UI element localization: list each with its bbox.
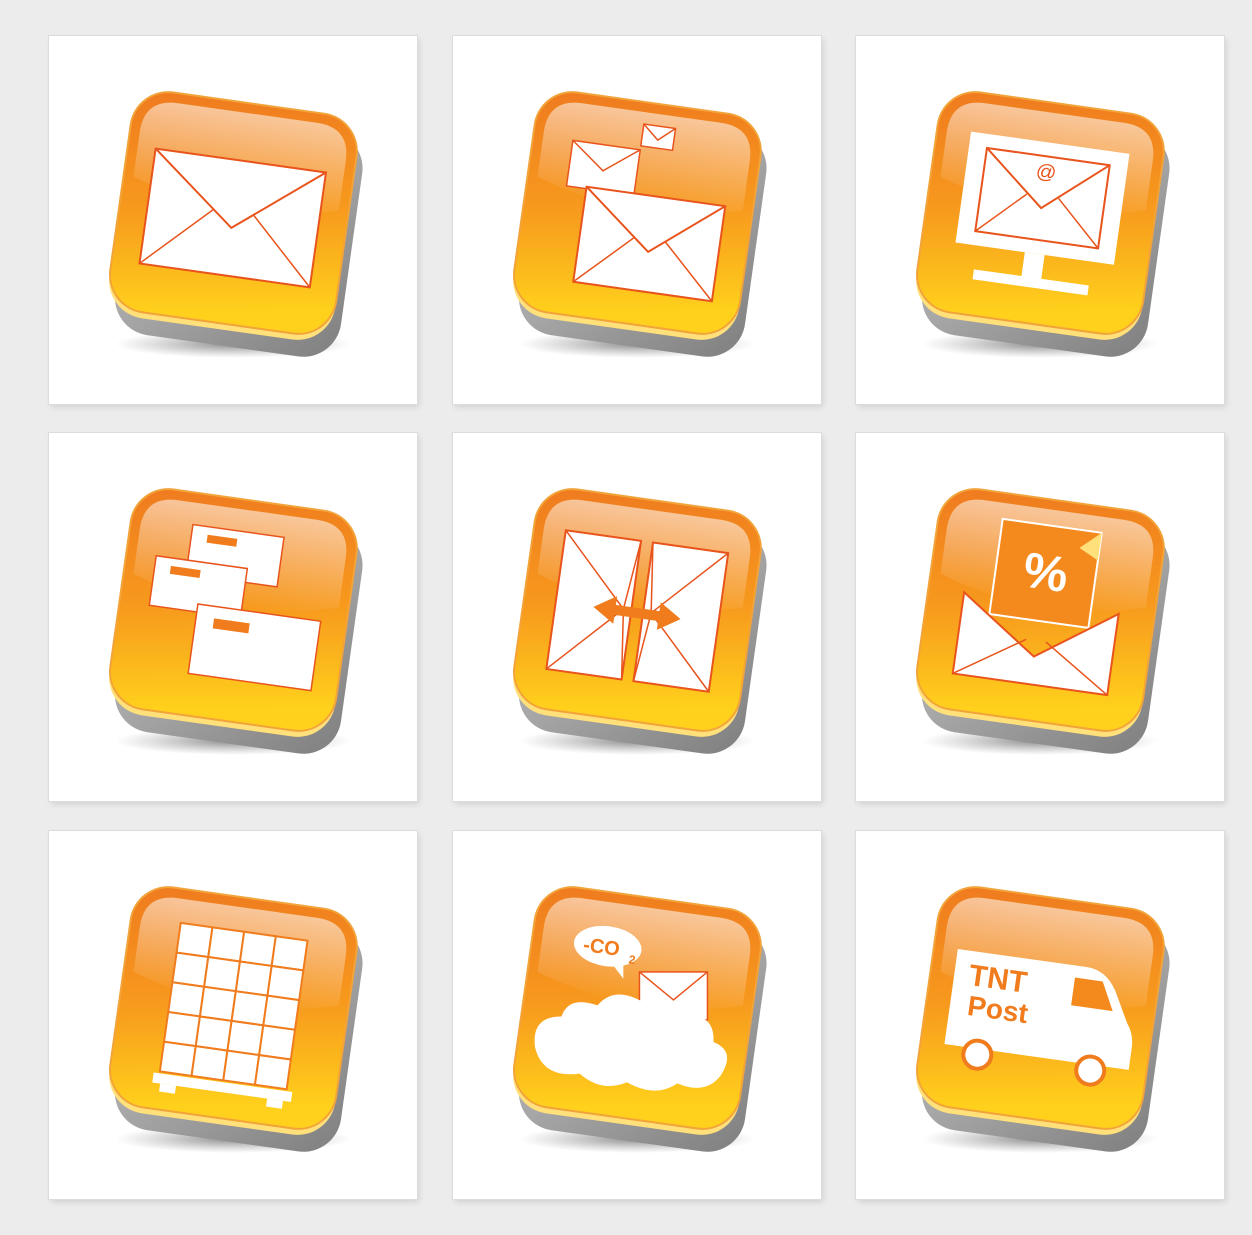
percent-label: % — [1020, 542, 1072, 604]
tile-co2-cloud[interactable]: -CO 2 — [453, 831, 821, 1199]
tile-envelope[interactable] — [49, 36, 417, 404]
at-sign-label: @ — [1035, 160, 1058, 185]
tile-pallet-boxes[interactable] — [49, 831, 417, 1199]
exchange-envelopes-icon — [545, 529, 730, 693]
tile-exchange-envelopes[interactable] — [453, 433, 821, 801]
tile-stacked-letters[interactable] — [49, 433, 417, 801]
tile-tnt-post-van[interactable]: TNT Post — [856, 831, 1224, 1199]
tile-email-monitor[interactable]: @ — [856, 36, 1224, 404]
envelope-icon — [138, 147, 328, 289]
tile-discount-envelope[interactable]: % — [856, 433, 1224, 801]
tile-multiple-envelopes[interactable] — [453, 36, 821, 404]
